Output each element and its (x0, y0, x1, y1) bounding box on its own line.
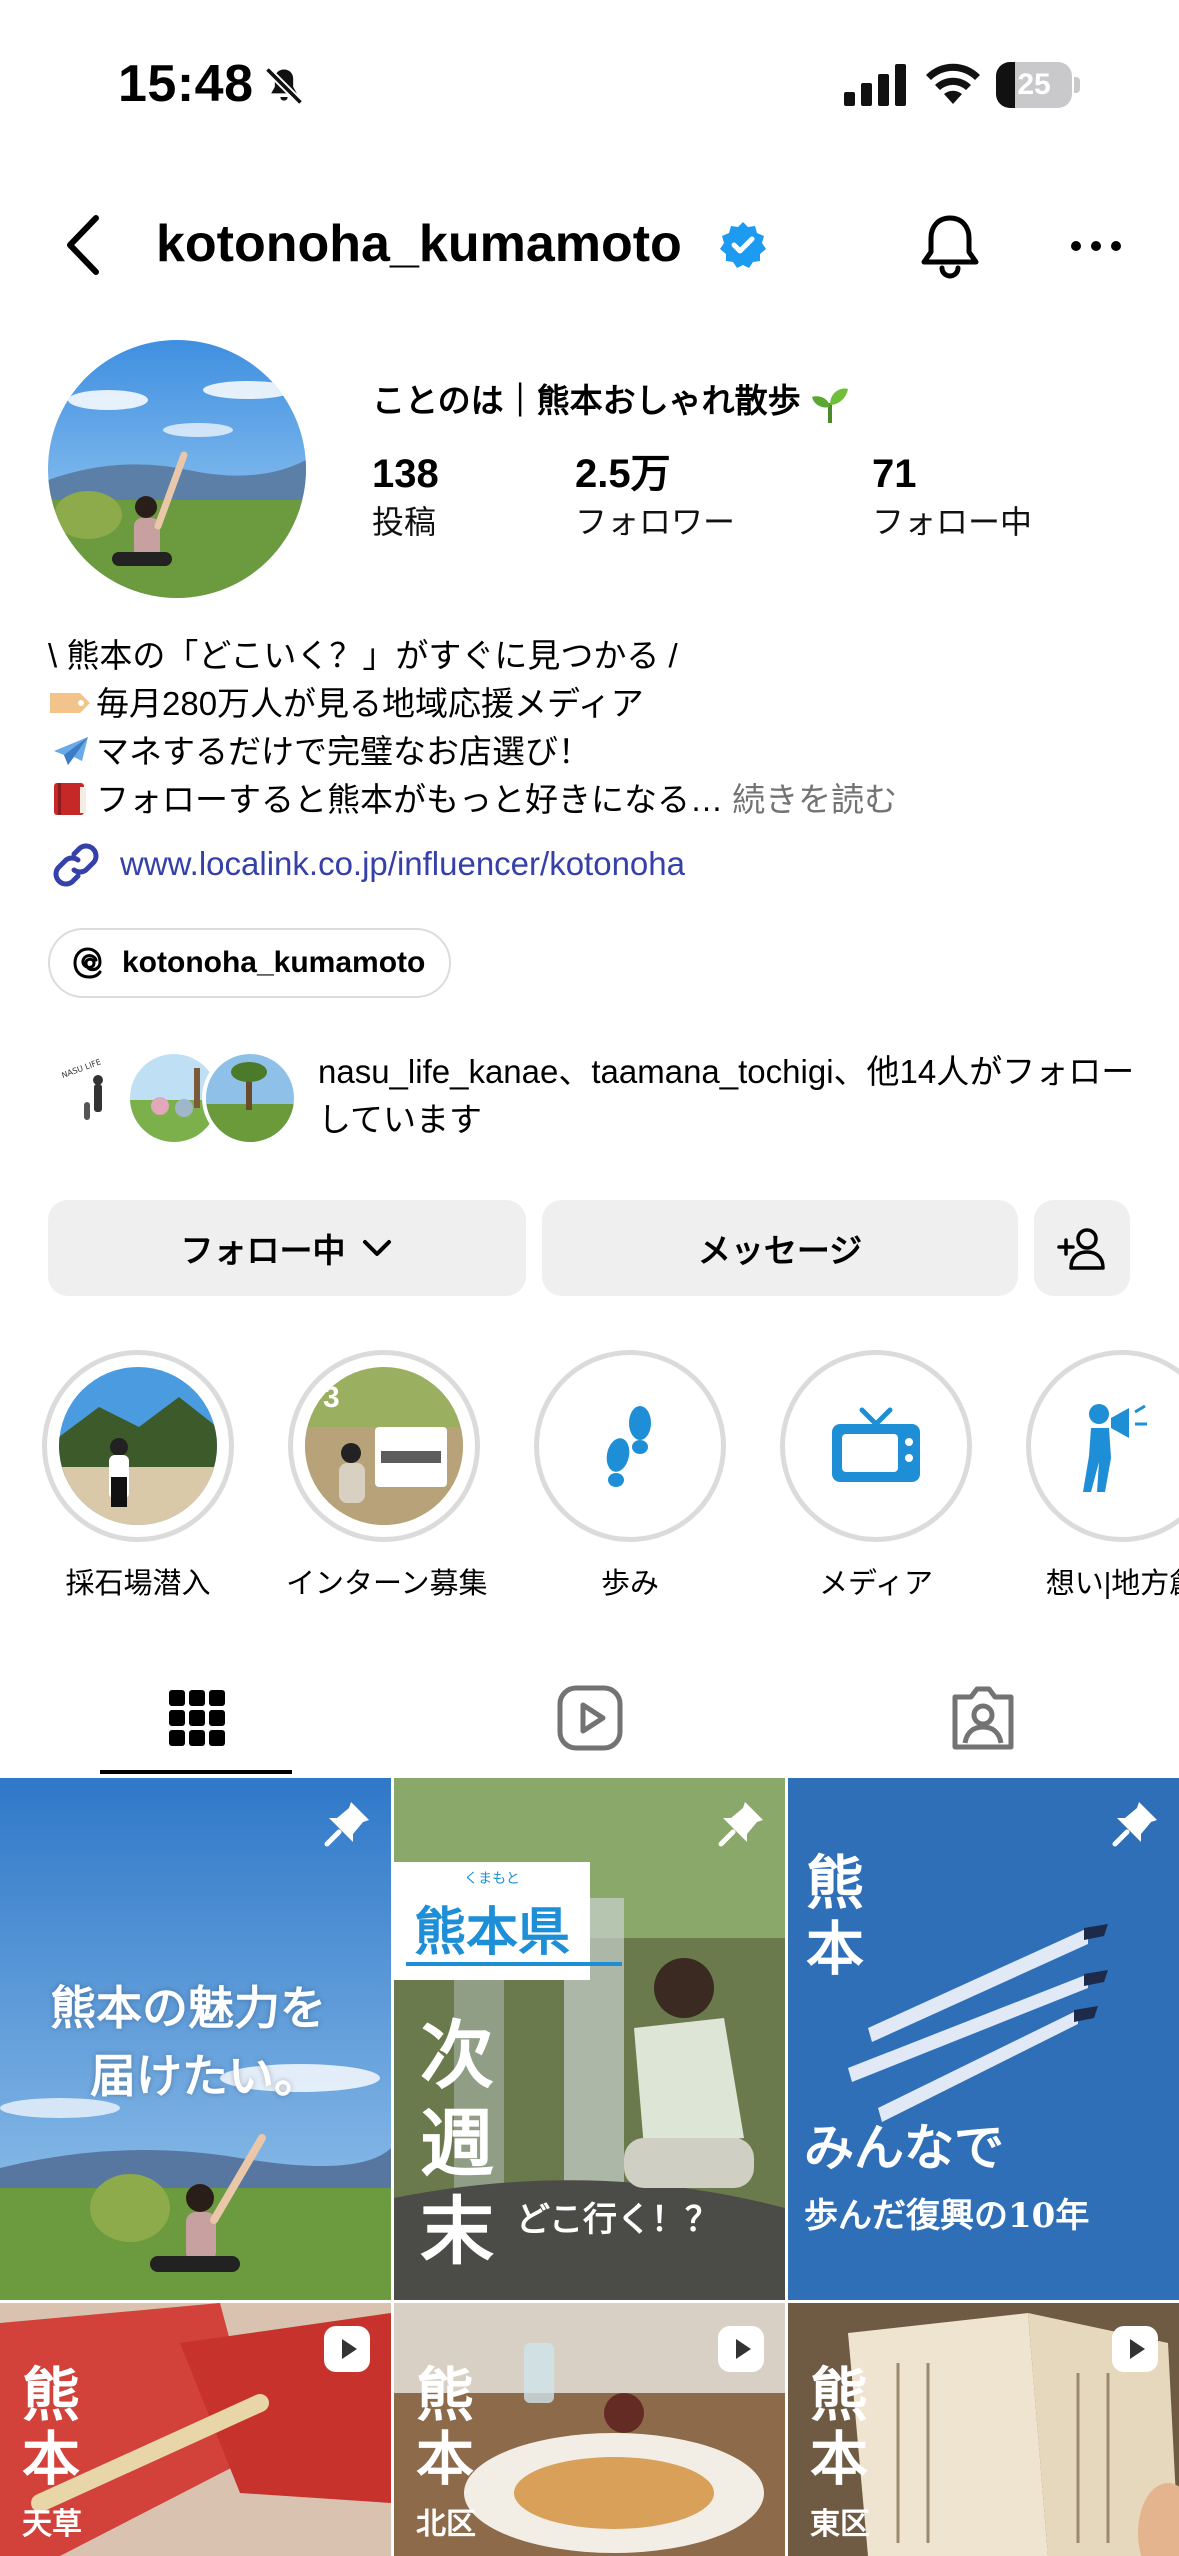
mutual-avatar (202, 1050, 298, 1146)
back-chevron-icon[interactable] (58, 210, 108, 280)
reel-post-icon (1112, 2326, 1158, 2372)
following-count-stat[interactable]: 71 フォロー中 (872, 448, 1032, 544)
highlight-label: インターン募集 (286, 1568, 488, 1600)
post-tile[interactable]: 熊本 天草 (0, 2303, 391, 2556)
bio-line: フォローすると熊本がもっと好きになる… 続きを読む (48, 776, 1148, 824)
bio-line: 毎月280万人が見る地域応援メディア (48, 680, 1148, 728)
mutual-followers-text[interactable]: nasu_life_kanae、taamana_tochigi、他14人がフォロ… (318, 1048, 1138, 1144)
posts-count-stat[interactable]: 138 投稿 (372, 448, 439, 544)
message-button[interactable]: メッセージ (542, 1200, 1018, 1296)
post-caption-line: みんなで (804, 2118, 1004, 2177)
add-user-icon (1057, 1228, 1105, 1270)
airplane-icon (54, 737, 88, 765)
highlight-label: 歩み (600, 1568, 659, 1600)
chevron-down-icon (362, 1240, 391, 1256)
post-vertical-title: 熊本 (806, 1849, 865, 1983)
post-tile[interactable]: 熊本 みんなで 歩んだ復興の10年 (788, 1778, 1179, 2300)
story-highlight[interactable]: 想い|地方創 (1024, 1350, 1179, 1602)
bio-line: \ 熊本の「どこいく？」がすぐに見つかる / (48, 637, 678, 674)
link-icon (53, 843, 99, 887)
post-subtitle: 天草 (22, 2507, 82, 2542)
bell-muted-icon (264, 66, 304, 106)
reels-icon (557, 1685, 622, 1751)
profile-link-text[interactable]: www.localink.co.jp/influencer/kotonoha (120, 842, 685, 886)
profile-username: kotonoha_kumamoto (156, 215, 682, 273)
profile-header: kotonoha_kumamoto (0, 190, 1179, 300)
followers-count-stat[interactable]: 2.5万 フォロワー (575, 448, 735, 544)
book-icon (54, 783, 86, 815)
post-caption-line: 届けたい。 (90, 2049, 320, 2103)
mutual-followers-avatars[interactable]: NASU LIFE (50, 1050, 300, 1150)
more-options-icon[interactable] (1066, 226, 1126, 266)
post-vertical-title: 次週末 (420, 2013, 494, 2275)
highlight-ring (42, 1350, 234, 1542)
tagged-icon (952, 1686, 1013, 1750)
post-tile[interactable]: 熊本の魅力を 届けたい。 (0, 1778, 391, 2300)
highlight-ring (780, 1350, 972, 1542)
highlight-ring (534, 1350, 726, 1542)
post-subtitle: どこ行く！？ (516, 2200, 719, 2240)
post-vertical-title: 熊本 (416, 2361, 475, 2493)
pinned-post-icon (1112, 1802, 1157, 1847)
reel-post-icon (718, 2326, 764, 2372)
post-caption-line: 歩んだ復興の10年 (804, 2196, 1090, 2236)
threads-profile-chip[interactable]: kotonoha_kumamoto (48, 928, 452, 998)
story-highlight[interactable]: メディア (778, 1350, 974, 1602)
wifi-icon (926, 63, 980, 104)
notification-bell-icon[interactable] (914, 210, 986, 282)
highlight-ring: 3 (288, 1350, 480, 1542)
profile-tabs (0, 1660, 1179, 1776)
post-tile[interactable]: 熊本 東区 (788, 2303, 1179, 2556)
status-bar: 15:48 25 (0, 0, 1179, 150)
post-vertical-title: 熊本 (810, 2361, 869, 2493)
status-time: 15:48 (118, 55, 254, 113)
pinned-post-icon (718, 1802, 763, 1847)
highlight-label: 採石場潜入 (65, 1568, 211, 1600)
tab-reels[interactable] (393, 1660, 786, 1776)
threads-handle: kotonoha_kumamoto (122, 946, 426, 979)
reel-post-icon (324, 2326, 370, 2372)
profile-display-name: ことのは｜熊本おしゃれ散歩 (372, 374, 850, 425)
tab-tagged[interactable] (786, 1660, 1179, 1776)
pinned-post-icon (324, 1802, 369, 1847)
bio-read-more-link[interactable]: 続きを読む (732, 781, 897, 818)
battery-percent: 25 (1017, 68, 1051, 101)
post-subtitle: 北区 (416, 2507, 476, 2542)
battery-icon: 25 (996, 62, 1080, 108)
highlight-label: 想い|地方創 (1045, 1568, 1179, 1600)
profile-bio: \ 熊本の「どこいく？」がすぐに見つかる / 毎月280万人が見る地域応援メディ… (48, 632, 1148, 824)
cellular-signal-icon (844, 64, 906, 106)
grid-icon (168, 1690, 225, 1746)
active-tab-indicator (100, 1770, 292, 1774)
post-subtitle: 東区 (810, 2507, 870, 2542)
highlight-label: メディア (819, 1568, 933, 1600)
suggested-users-button[interactable] (1034, 1200, 1130, 1296)
verified-badge-icon (720, 222, 766, 268)
post-caption-line: 熊本の魅力を (50, 1981, 326, 2035)
megaphone-person-icon (1083, 1404, 1147, 1492)
threads-logo-icon (73, 947, 102, 979)
tab-grid[interactable] (0, 1660, 393, 1776)
following-button[interactable]: フォロー中 (48, 1200, 526, 1296)
post-vertical-title: 熊本 (22, 2361, 81, 2493)
label-tag-icon (50, 693, 90, 713)
tv-icon (832, 1407, 920, 1482)
highlight-ring (1026, 1350, 1179, 1542)
sprout-icon (811, 388, 848, 424)
story-highlight[interactable]: 3 インターン募集 (286, 1350, 488, 1602)
post-tile[interactable]: 熊本 北区 (394, 2303, 785, 2556)
footprints-icon (606, 1406, 651, 1487)
profile-avatar[interactable] (48, 340, 306, 598)
post-title-tag: くまもと 熊本県 (394, 1862, 622, 1980)
story-highlight[interactable]: 歩み (532, 1350, 728, 1602)
story-highlight[interactable]: 採石場潜入 (40, 1350, 236, 1602)
bio-line: マネするだけで完璧なお店選び！ (48, 728, 1148, 776)
post-tile[interactable]: くまもと 熊本県 次週末 どこ行く！？ (394, 1778, 785, 2300)
svg-text:3: 3 (323, 1381, 340, 1414)
